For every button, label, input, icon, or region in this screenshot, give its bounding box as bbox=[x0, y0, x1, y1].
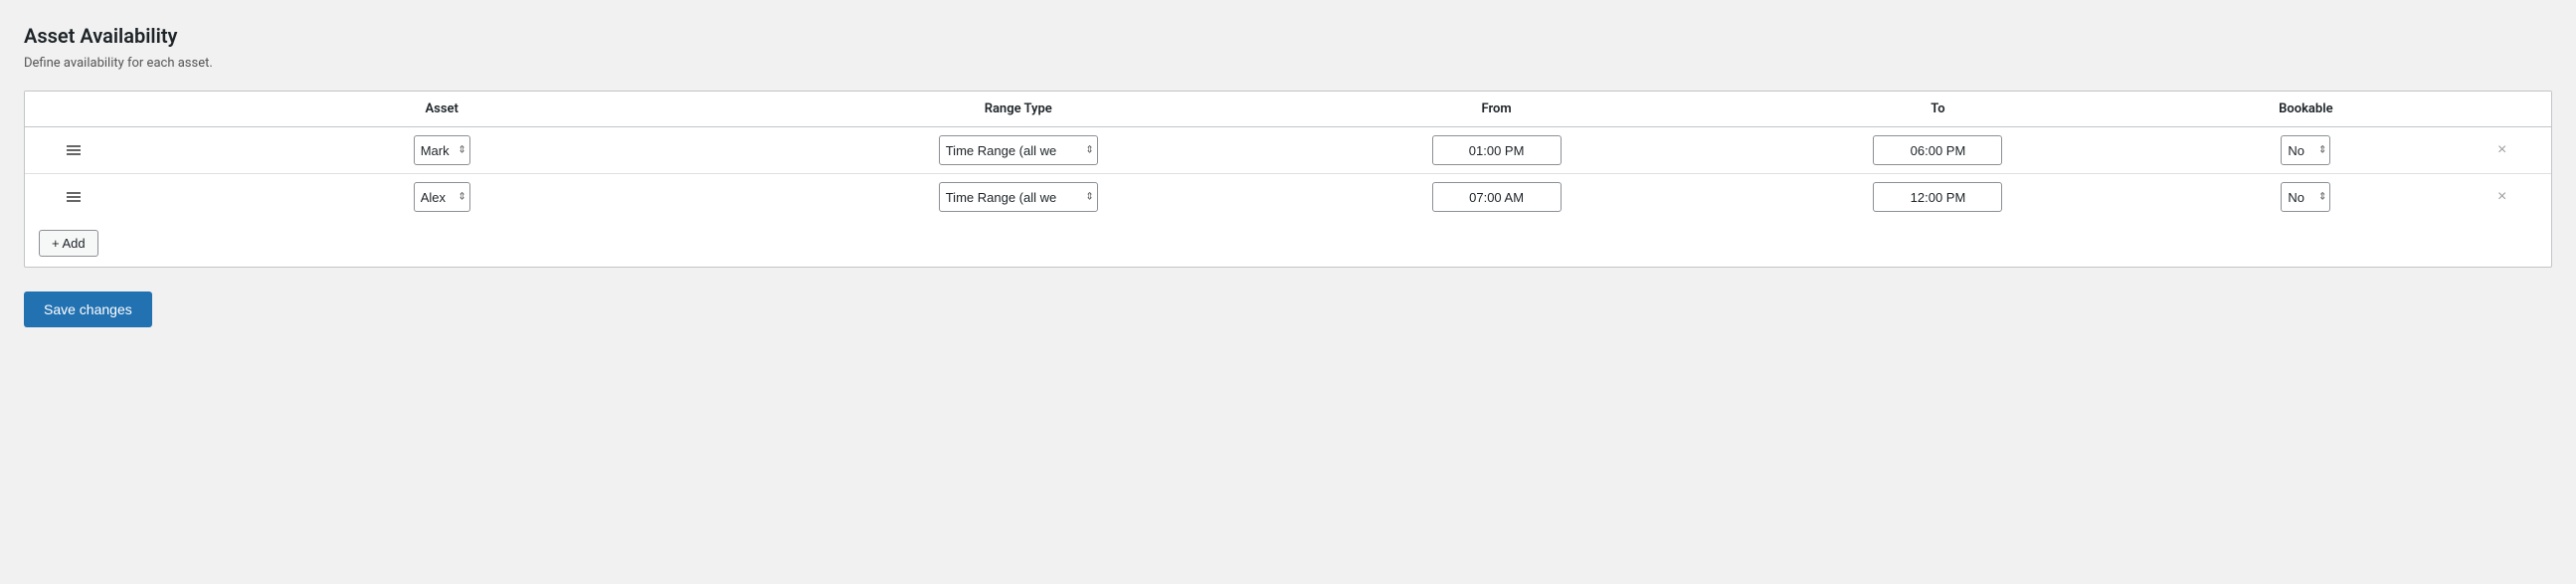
remove-row-button-1[interactable]: × bbox=[2493, 189, 2510, 205]
to-cell bbox=[1718, 127, 2159, 174]
add-row-cell: + Add bbox=[25, 220, 2551, 267]
asset-cell: Mark Alex bbox=[123, 127, 761, 174]
drag-handle-cell[interactable] bbox=[25, 127, 123, 174]
from-input-1[interactable] bbox=[1432, 182, 1562, 212]
drag-handle-cell[interactable] bbox=[25, 174, 123, 221]
add-button[interactable]: + Add bbox=[39, 230, 98, 257]
bookable-select-1[interactable]: No Yes bbox=[2281, 182, 2330, 212]
drag-handle-icon[interactable] bbox=[35, 145, 113, 155]
table-row: Mark Alex Time Range (all we No Yes × bbox=[25, 174, 2551, 221]
range-type-select-0[interactable]: Time Range (all we bbox=[939, 135, 1098, 165]
asset-cell: Mark Alex bbox=[123, 174, 761, 221]
bookable-cell: No Yes bbox=[2158, 127, 2453, 174]
save-changes-button[interactable]: Save changes bbox=[24, 292, 152, 327]
remove-row-button-0[interactable]: × bbox=[2493, 142, 2510, 158]
bookable-select-0[interactable]: No Yes bbox=[2281, 135, 2330, 165]
range-type-cell: Time Range (all we bbox=[761, 174, 1276, 221]
drag-handle-icon[interactable] bbox=[35, 192, 113, 202]
availability-table-wrapper: Asset Range Type From To Bookable Mark A… bbox=[24, 91, 2552, 268]
col-remove bbox=[2453, 92, 2551, 127]
col-to: To bbox=[1718, 92, 2159, 127]
col-from: From bbox=[1276, 92, 1718, 127]
table-row: Mark Alex Time Range (all we No Yes × bbox=[25, 127, 2551, 174]
availability-table: Asset Range Type From To Bookable Mark A… bbox=[25, 92, 2551, 267]
asset-select-1[interactable]: Mark Alex bbox=[414, 182, 470, 212]
to-input-0[interactable] bbox=[1873, 135, 2002, 165]
table-header-row: Asset Range Type From To Bookable bbox=[25, 92, 2551, 127]
col-range-type: Range Type bbox=[761, 92, 1276, 127]
col-drag bbox=[25, 92, 123, 127]
page-subtitle: Define availability for each asset. bbox=[24, 56, 2552, 71]
from-input-0[interactable] bbox=[1432, 135, 1562, 165]
to-input-1[interactable] bbox=[1873, 182, 2002, 212]
range-type-select-1[interactable]: Time Range (all we bbox=[939, 182, 1098, 212]
add-row: + Add bbox=[25, 220, 2551, 267]
remove-cell: × bbox=[2453, 174, 2551, 221]
remove-cell: × bbox=[2453, 127, 2551, 174]
asset-select-0[interactable]: Mark Alex bbox=[414, 135, 470, 165]
bookable-cell: No Yes bbox=[2158, 174, 2453, 221]
col-asset: Asset bbox=[123, 92, 761, 127]
col-bookable: Bookable bbox=[2158, 92, 2453, 127]
range-type-cell: Time Range (all we bbox=[761, 127, 1276, 174]
page-title: Asset Availability bbox=[24, 24, 2552, 48]
to-cell bbox=[1718, 174, 2159, 221]
from-cell bbox=[1276, 127, 1718, 174]
from-cell bbox=[1276, 174, 1718, 221]
